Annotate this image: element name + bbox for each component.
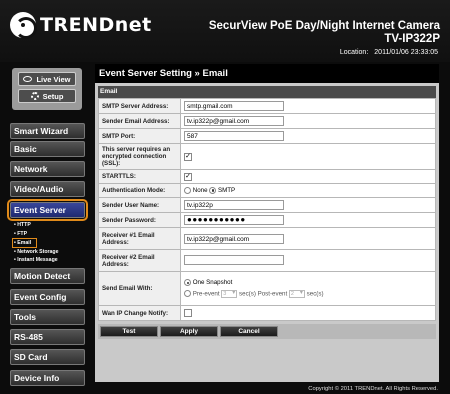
brand-name: TRENDnet xyxy=(40,14,152,36)
pre-event-select[interactable]: 3 xyxy=(221,289,238,298)
sender-password-input[interactable]: ●●●●●●●●●●● xyxy=(184,215,284,225)
ssl-label: This server requires an encrypted connec… xyxy=(98,143,181,170)
nav-network[interactable]: Network xyxy=(10,161,85,177)
subnav-ftp[interactable]: • FTP xyxy=(14,231,27,237)
nav-event-server[interactable]: Event Server xyxy=(7,199,88,221)
location-label: Location: xyxy=(339,49,369,56)
section-header: Email xyxy=(98,86,436,98)
nav-event-config[interactable]: Event Config xyxy=(10,289,85,305)
nav-smart-wizard[interactable]: Smart Wizard xyxy=(10,123,85,139)
cancel-button[interactable]: Cancel xyxy=(220,326,278,337)
one-snapshot-label: One Snapshot xyxy=(192,279,233,287)
sender-email-label: Sender Email Address: xyxy=(98,113,181,129)
main-content: Event Server Setting » Email Email SMTP … xyxy=(95,64,439,382)
button-bar: Test Apply Cancel xyxy=(98,324,436,339)
receiver1-input[interactable]: tv.ip322p@gmail.com xyxy=(184,233,284,244)
nav-motion-detect[interactable]: Motion Detect xyxy=(10,268,85,284)
smtp-port-input[interactable]: 587 xyxy=(184,131,284,141)
post-event-select[interactable]: 2 xyxy=(288,289,305,298)
send-with-label: Send Email With: xyxy=(98,271,181,306)
table-row: SMTP Server Address: smtp.gmail.com xyxy=(98,98,436,114)
subnav-network-storage[interactable]: • Network Storage xyxy=(14,249,58,255)
sender-password-label: Sender Password: xyxy=(98,212,181,228)
nav-device-info[interactable]: Device Info xyxy=(10,370,85,386)
post-event-unit: sec(s) xyxy=(306,290,324,298)
nav-video-audio[interactable]: Video/Audio xyxy=(10,181,85,197)
sidebar: Live View Setup Smart Wizard Basic Netwo… xyxy=(0,62,95,394)
pre-event-radio[interactable] xyxy=(184,290,191,298)
table-row: Sender User Name: tv.ip322p xyxy=(98,197,436,213)
setup-button[interactable]: Setup xyxy=(18,89,76,103)
sender-email-input[interactable]: tv.ip322p@gmail.com xyxy=(184,116,284,126)
trendnet-logo-icon xyxy=(10,12,37,39)
smtp-server-label: SMTP Server Address: xyxy=(98,98,181,114)
wan-ip-checkbox[interactable] xyxy=(184,309,192,317)
sender-user-input[interactable]: tv.ip322p xyxy=(184,200,284,210)
table-row: This server requires an encrypted connec… xyxy=(98,143,436,170)
setup-label: Setup xyxy=(42,91,64,101)
subnav-instant-message[interactable]: • Instant Message xyxy=(14,257,58,263)
table-row: Sender Email Address: tv.ip322p@gmail.co… xyxy=(98,113,436,129)
receiver1-label: Receiver #1 Email Address: xyxy=(98,227,181,250)
table-row: Send Email With: One Snapshot Pre-event … xyxy=(98,271,436,306)
table-row: STARTTLS: ✓ xyxy=(98,169,436,184)
form-container: Email SMTP Server Address: smtp.gmail.co… xyxy=(95,83,439,382)
auth-none-radio[interactable] xyxy=(184,186,191,194)
test-button[interactable]: Test xyxy=(100,326,158,337)
table-row: SMTP Port: 587 xyxy=(98,128,436,144)
subnav-email[interactable]: • Email xyxy=(11,238,38,248)
nav-sd-card[interactable]: SD Card xyxy=(10,349,85,365)
starttls-checkbox[interactable]: ✓ xyxy=(184,172,192,181)
table-row: Receiver #2 Email Address: xyxy=(98,249,436,272)
table-row: Receiver #1 Email Address: tv.ip322p@gma… xyxy=(98,227,436,250)
nav-rs485[interactable]: RS-485 xyxy=(10,329,85,345)
copyright-footer: Copyright © 2011 TRENDnet. All Rights Re… xyxy=(308,386,438,392)
apply-button[interactable]: Apply xyxy=(160,326,218,337)
gear-icon xyxy=(30,92,39,100)
datetime: 2011/01/06 23:33:05 xyxy=(374,49,438,56)
auth-smtp-label: SMTP xyxy=(218,187,236,195)
ssl-checkbox[interactable]: ✓ xyxy=(184,152,192,161)
email-settings-table: SMTP Server Address: smtp.gmail.com Send… xyxy=(98,98,436,321)
camera-model: TV-IP322P xyxy=(384,33,440,45)
brand-logo: TRENDnet xyxy=(10,12,152,39)
subnav-http[interactable]: • HTTP xyxy=(14,222,31,228)
wan-ip-label: Wan IP Change Notify: xyxy=(98,305,181,321)
table-row: Sender Password: ●●●●●●●●●●● xyxy=(98,212,436,228)
auth-none-label: None xyxy=(192,187,208,195)
view-panel: Live View Setup xyxy=(12,68,82,110)
live-view-label: Live View xyxy=(36,74,71,84)
auth-smtp-radio[interactable] xyxy=(209,186,217,194)
pre-event-unit: sec(s) xyxy=(239,290,256,298)
header: TRENDnet SecurView PoE Day/Night Interne… xyxy=(0,0,450,62)
location-bar: Location: 2011/01/06 23:33:05 xyxy=(340,49,438,56)
page-title: Event Server Setting » Email xyxy=(95,64,439,83)
post-event-label: Post-event xyxy=(257,290,288,298)
auth-mode-label: Authentication Mode: xyxy=(98,183,181,198)
receiver2-label: Receiver #2 Email Address: xyxy=(98,249,181,272)
table-row: Authentication Mode: None SMTP xyxy=(98,183,436,198)
smtp-server-input[interactable]: smtp.gmail.com xyxy=(184,101,284,111)
live-view-button[interactable]: Live View xyxy=(18,72,76,86)
starttls-label: STARTTLS: xyxy=(98,169,181,184)
one-snapshot-radio[interactable] xyxy=(184,279,191,287)
receiver2-input[interactable] xyxy=(184,254,284,265)
smtp-port-label: SMTP Port: xyxy=(98,128,181,144)
table-row: Wan IP Change Notify: xyxy=(98,305,436,321)
pre-event-label: Pre-event xyxy=(192,290,220,298)
eye-icon xyxy=(23,76,33,82)
nav-tools[interactable]: Tools xyxy=(10,309,85,325)
nav-basic[interactable]: Basic xyxy=(10,141,85,157)
camera-title: SecurView PoE Day/Night Internet Camera xyxy=(208,20,440,32)
sender-user-label: Sender User Name: xyxy=(98,197,181,213)
